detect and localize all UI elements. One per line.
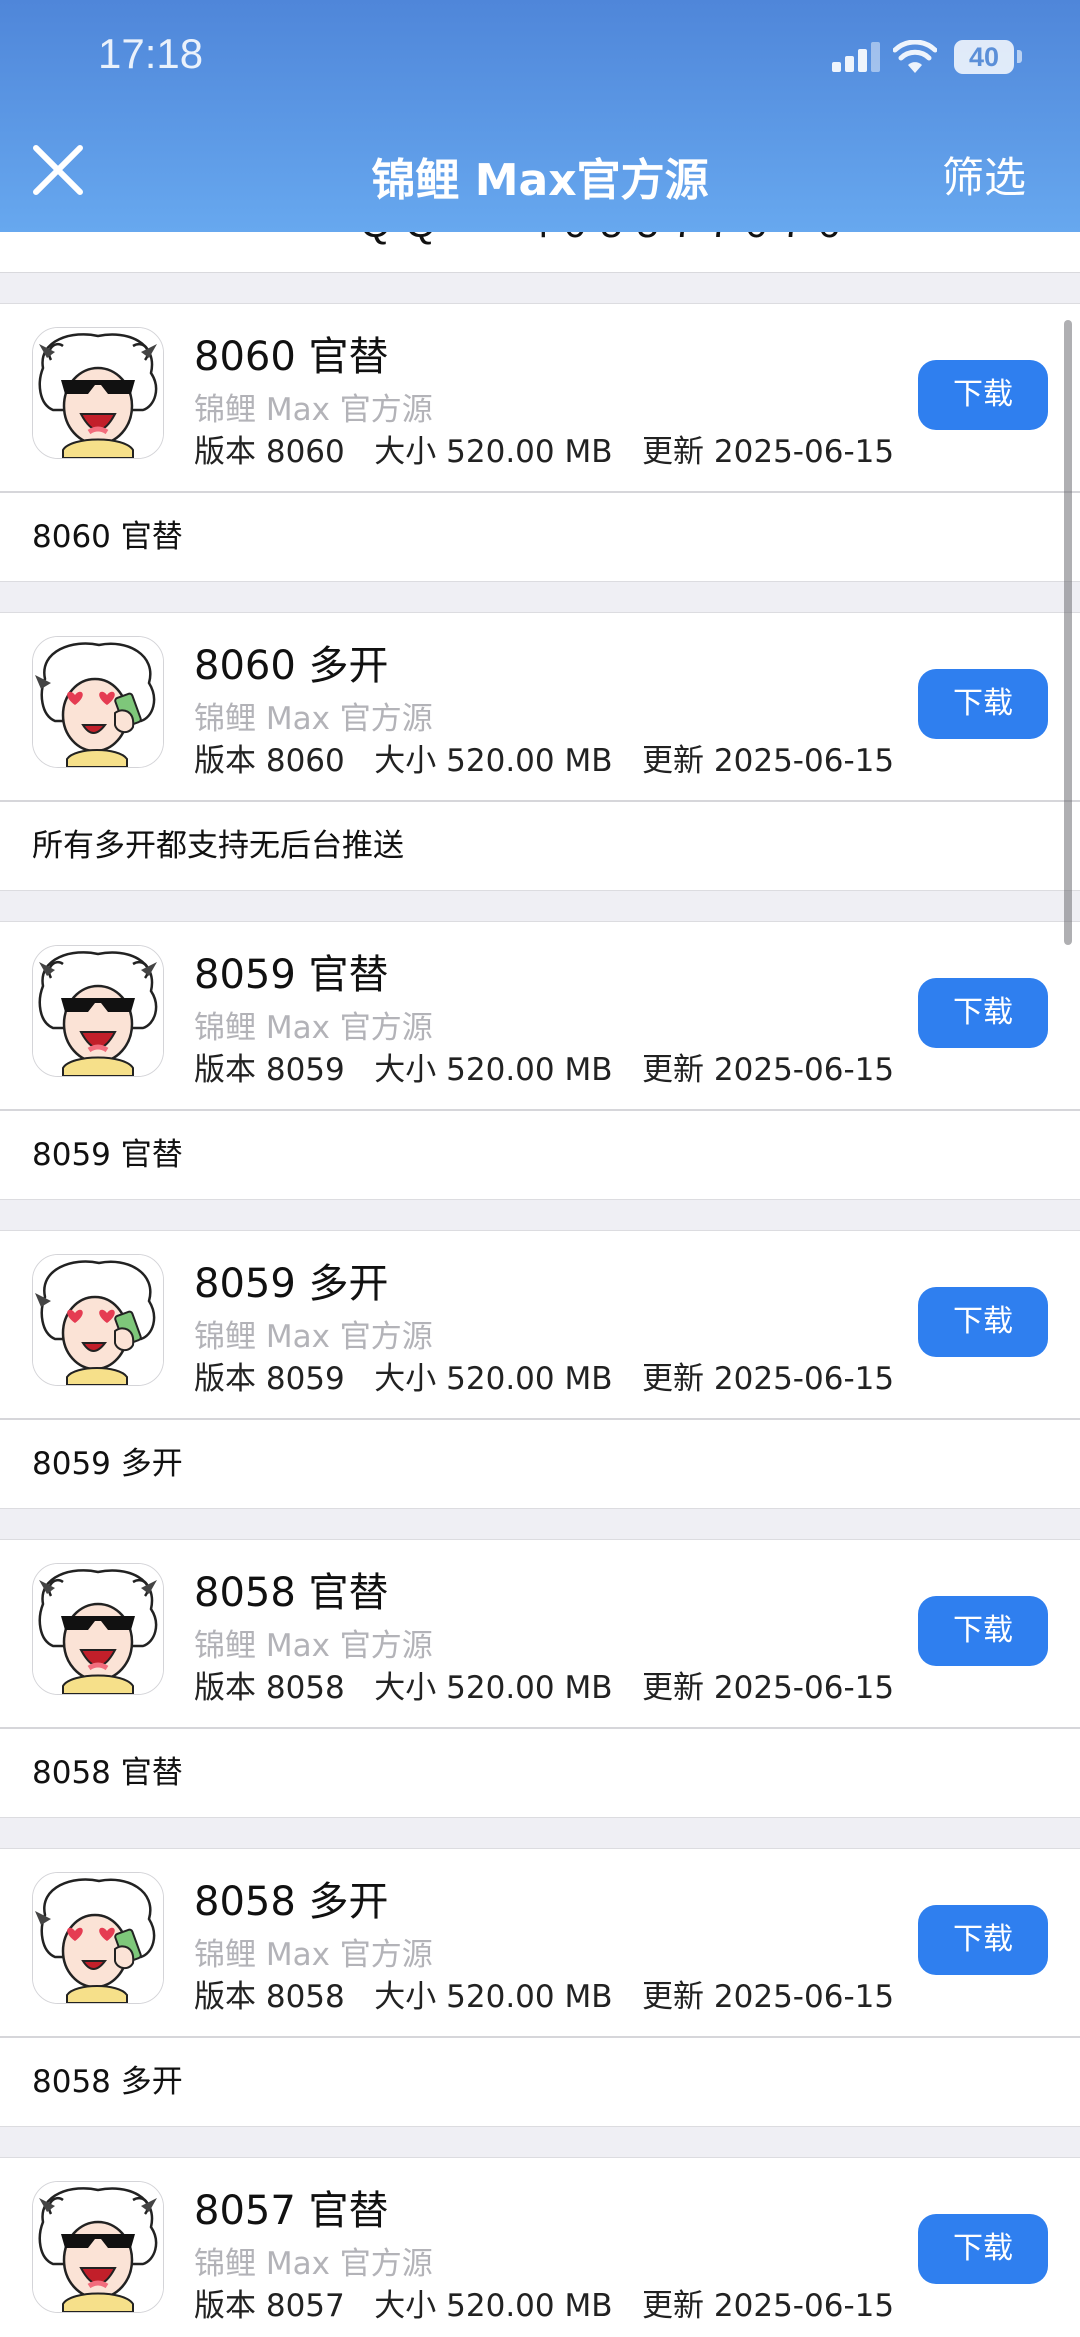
app-description: 8058 多开	[32, 2064, 183, 2100]
app-card-main[interactable]: 8060 官替 锦鲤 Max 官方源 版本 8060 大小 520.00 MB …	[0, 304, 1080, 493]
app-card: 8057 官替 锦鲤 Max 官方源 版本 8057 大小 520.00 MB …	[0, 2157, 1080, 2337]
app-source: 锦鲤 Max 官方源	[194, 701, 433, 737]
sunglasses-sheep-icon	[32, 2181, 164, 2313]
download-button[interactable]: 下载	[918, 978, 1048, 1048]
partial-contact-text: QQ · 405577076	[360, 232, 854, 247]
app-meta: 版本 8058 大小 520.00 MB 更新 2025-06-15	[194, 1670, 895, 1706]
app-meta: 版本 8060 大小 520.00 MB 更新 2025-06-15	[194, 743, 895, 779]
close-icon	[33, 145, 83, 195]
app-meta: 版本 8059 大小 520.00 MB 更新 2025-06-15	[194, 1052, 895, 1088]
app-card: 8060 官替 锦鲤 Max 官方源 版本 8060 大小 520.00 MB …	[0, 303, 1080, 582]
scrollbar[interactable]	[1064, 320, 1072, 945]
app-name: 8058 多开	[194, 1879, 389, 1925]
sunglasses-sheep-icon	[32, 1563, 164, 1695]
app-source: 锦鲤 Max 官方源	[194, 2246, 433, 2282]
app-source: 锦鲤 Max 官方源	[194, 1010, 433, 1046]
download-button[interactable]: 下载	[918, 1905, 1048, 1975]
app-card-main[interactable]: 8057 官替 锦鲤 Max 官方源 版本 8057 大小 520.00 MB …	[0, 2158, 1080, 2337]
download-button[interactable]: 下载	[918, 2214, 1048, 2284]
wifi-icon	[893, 40, 937, 73]
app-description: 8059 多开	[32, 1446, 183, 1482]
sunglasses-sheep-icon	[32, 945, 164, 1077]
app-description: 8059 官替	[32, 1137, 183, 1173]
app-card: 8060 多开 锦鲤 Max 官方源 版本 8060 大小 520.00 MB …	[0, 612, 1080, 891]
app-name: 8059 多开	[194, 1261, 389, 1307]
cellular-signal-icon	[832, 42, 880, 72]
app-card: 8059 官替 锦鲤 Max 官方源 版本 8059 大小 520.00 MB …	[0, 921, 1080, 1200]
page-title: 锦鲤 Max官方源	[371, 155, 709, 206]
app-card-main[interactable]: 8060 多开 锦鲤 Max 官方源 版本 8060 大小 520.00 MB …	[0, 613, 1080, 802]
app-meta: 版本 8057 大小 520.00 MB 更新 2025-06-15	[194, 2288, 895, 2324]
app-card-main[interactable]: 8058 多开 锦鲤 Max 官方源 版本 8058 大小 520.00 MB …	[0, 1849, 1080, 2038]
sunglasses-sheep-icon	[32, 327, 164, 459]
app-card-main[interactable]: 8058 官替 锦鲤 Max 官方源 版本 8058 大小 520.00 MB …	[0, 1540, 1080, 1729]
header-bar: 17:18 40 锦鲤 Max官方源 筛选	[0, 0, 1080, 232]
download-button[interactable]: 下载	[918, 360, 1048, 430]
heart-eyes-sheep-icon	[32, 1872, 164, 2004]
app-card-main[interactable]: 8059 多开 锦鲤 Max 官方源 版本 8059 大小 520.00 MB …	[0, 1231, 1080, 1420]
download-button[interactable]: 下载	[918, 1596, 1048, 1666]
app-description: 8060 官替	[32, 519, 183, 555]
app-description: 所有多开都支持无后台推送	[32, 828, 404, 864]
app-name: 8060 官替	[194, 334, 389, 380]
download-button[interactable]: 下载	[918, 1287, 1048, 1357]
app-description: 8058 官替	[32, 1755, 183, 1791]
app-card: 8059 多开 锦鲤 Max 官方源 版本 8059 大小 520.00 MB …	[0, 1230, 1080, 1509]
app-name: 8060 多开	[194, 643, 389, 689]
app-name: 8057 官替	[194, 2188, 389, 2234]
close-button[interactable]	[30, 142, 86, 198]
filter-button[interactable]: 筛选	[942, 144, 1026, 205]
app-source: 锦鲤 Max 官方源	[194, 1628, 433, 1664]
app-source: 锦鲤 Max 官方源	[194, 392, 433, 428]
status-time: 17:18	[98, 30, 204, 77]
download-button[interactable]: 下载	[918, 669, 1048, 739]
app-name: 8059 官替	[194, 952, 389, 998]
app-name: 8058 官替	[194, 1570, 389, 1616]
battery-indicator: 40	[954, 40, 1014, 74]
app-card: 8058 多开 锦鲤 Max 官方源 版本 8058 大小 520.00 MB …	[0, 1848, 1080, 2127]
heart-eyes-sheep-icon	[32, 1254, 164, 1386]
app-list[interactable]: QQ · 405577076 8060 官替 锦鲤 Max 官方源 版本 806…	[0, 232, 1080, 2337]
partial-contact-row: QQ · 405577076	[0, 232, 1080, 273]
app-card: 8058 官替 锦鲤 Max 官方源 版本 8058 大小 520.00 MB …	[0, 1539, 1080, 1818]
app-source: 锦鲤 Max 官方源	[194, 1937, 433, 1973]
heart-eyes-sheep-icon	[32, 636, 164, 768]
app-meta: 版本 8060 大小 520.00 MB 更新 2025-06-15	[194, 434, 895, 470]
app-card-main[interactable]: 8059 官替 锦鲤 Max 官方源 版本 8059 大小 520.00 MB …	[0, 922, 1080, 1111]
battery-tip	[1017, 50, 1022, 63]
app-meta: 版本 8058 大小 520.00 MB 更新 2025-06-15	[194, 1979, 895, 2015]
app-source: 锦鲤 Max 官方源	[194, 1319, 433, 1355]
app-meta: 版本 8059 大小 520.00 MB 更新 2025-06-15	[194, 1361, 895, 1397]
